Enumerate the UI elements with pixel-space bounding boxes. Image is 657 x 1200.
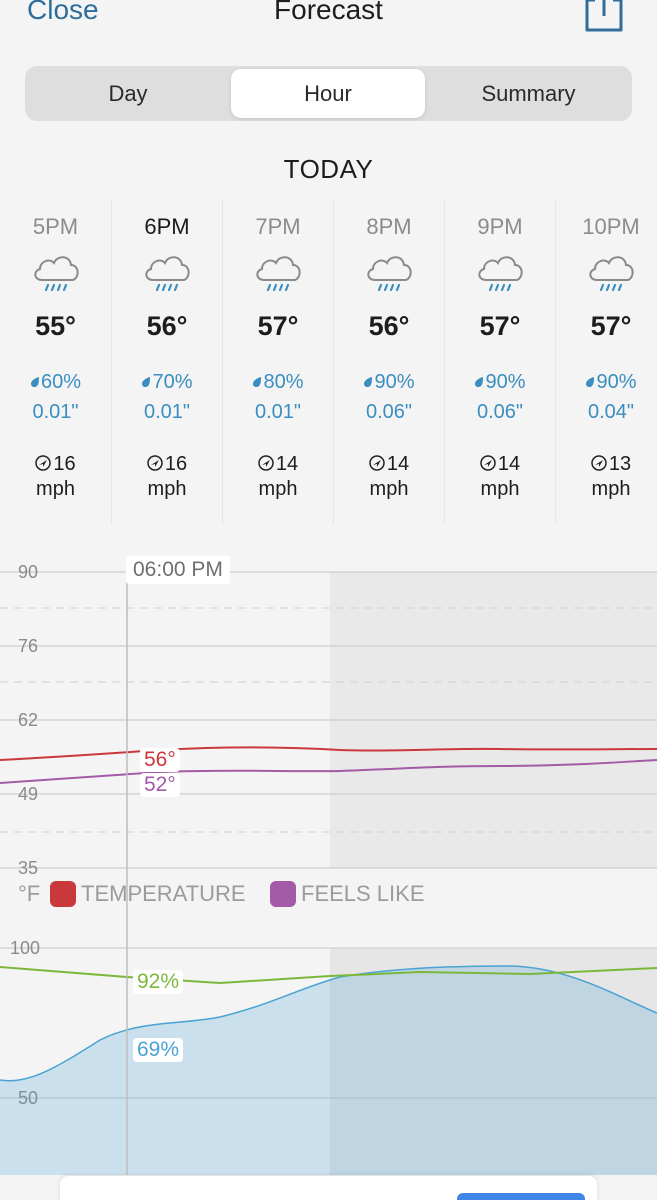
precip-area xyxy=(0,966,657,1175)
rain-cloud-icon xyxy=(589,256,634,292)
raindrop-icon xyxy=(364,377,373,388)
rain-cloud-icon xyxy=(256,256,301,292)
hour-time: 5PM xyxy=(32,214,79,239)
rain-cloud-icon xyxy=(367,256,412,292)
tab-day[interactable]: Day xyxy=(28,69,228,118)
y-tick-35: 35 xyxy=(18,858,38,878)
hour-time: 6PM xyxy=(144,214,190,239)
hour-column[interactable]: 10PM 57° 90% 0.04" 13 mph xyxy=(555,200,657,525)
hour-precip-amount: 0.01" xyxy=(254,401,302,423)
temperature-value: 56° xyxy=(140,748,180,772)
raindrop-icon xyxy=(475,377,484,388)
wind-direction-icon xyxy=(35,455,52,471)
bottom-banner xyxy=(60,1176,597,1200)
hour-precip-amount: 0.01" xyxy=(143,401,191,423)
raindrop-icon xyxy=(30,377,39,388)
hour-wind-unit: mph xyxy=(591,478,631,500)
hour-precip-chance: 90% xyxy=(556,371,657,394)
hour-wind: 14 xyxy=(445,453,555,476)
charts-area: 90 76 62 49 35 100 50 06:00 PM 56° 52° 9… xyxy=(0,540,657,1180)
tab-hour[interactable]: Hour xyxy=(231,69,425,118)
wind-direction-icon xyxy=(480,455,496,471)
hour-temperature: 57° xyxy=(590,311,632,341)
hour-precip-chance: 80% xyxy=(223,371,333,394)
hour-wind-unit: mph xyxy=(258,478,298,500)
hour-precip-chance: 60% xyxy=(0,371,111,394)
hour-precip-chance: 90% xyxy=(445,371,555,394)
hour-time: 8PM xyxy=(366,214,412,239)
y-tick-49: 49 xyxy=(18,784,38,804)
hour-column[interactable]: 7PM 57° 80% 0.01" 14 mph xyxy=(222,200,333,525)
y-tick-76: 76 xyxy=(18,636,38,656)
page-title: Forecast xyxy=(274,0,383,25)
tab-summary[interactable]: Summary xyxy=(428,69,629,118)
hour-wind: 16 xyxy=(112,453,222,476)
rain-cloud-icon xyxy=(145,256,190,292)
wind-direction-icon xyxy=(258,455,274,471)
y-tick-90: 90 xyxy=(18,562,38,582)
hour-column[interactable]: 9PM 57° 90% 0.06" 14 mph xyxy=(444,200,555,525)
hour-wind-unit: mph xyxy=(36,478,75,500)
rain-cloud-icon xyxy=(33,256,79,292)
raindrop-icon xyxy=(253,377,262,388)
precip-value: 69% xyxy=(133,1038,184,1062)
banner-button[interactable] xyxy=(457,1193,585,1200)
section-title: TODAY xyxy=(283,154,374,184)
hour-temperature: 56° xyxy=(146,311,188,341)
feels-like-value: 52° xyxy=(140,773,180,797)
hour-wind-unit: mph xyxy=(480,478,520,500)
unit-label: °F xyxy=(18,881,41,906)
share-icon xyxy=(585,0,623,32)
hour-column[interactable]: 6PM 56° 70% 0.01" 16 mph xyxy=(111,200,222,525)
hour-precip-amount: 0.04" xyxy=(587,401,635,423)
hour-wind-unit: mph xyxy=(147,478,187,500)
hour-time: 10PM xyxy=(582,214,640,239)
hour-temperature: 56° xyxy=(368,311,410,341)
rain-cloud-icon xyxy=(478,256,523,292)
hour-column[interactable]: 5PM 55° 60% 0.01" 16 mph xyxy=(0,200,111,525)
hour-precip-amount: 0.06" xyxy=(365,401,413,423)
hour-precip-amount: 0.01" xyxy=(32,401,79,423)
legend-temperature: TEMPERATURE xyxy=(50,880,246,908)
header-bar: Close Forecast xyxy=(0,0,657,40)
hour-time: 7PM xyxy=(255,214,301,239)
view-segmented-control: Day Hour Summary xyxy=(25,66,632,121)
raindrop-icon xyxy=(142,377,151,388)
hour-temperature: 55° xyxy=(35,311,76,341)
wind-direction-icon xyxy=(369,455,385,471)
feels-like-swatch xyxy=(270,881,296,907)
raindrop-icon xyxy=(586,377,595,388)
cursor-time-label: 06:00 PM xyxy=(126,556,230,584)
forecast-charts: 90 76 62 49 35 100 50 xyxy=(0,562,657,1175)
hour-wind: 14 xyxy=(334,453,444,476)
hour-temperature: 57° xyxy=(479,311,521,341)
share-button[interactable] xyxy=(583,0,625,34)
hourly-forecast-row: 5PM 55° 60% 0.01" 16 mph 6PM 56° 70% 0.0… xyxy=(0,200,657,525)
hour-wind: 13 xyxy=(556,453,657,476)
hour-time: 9PM xyxy=(477,214,523,239)
hour-wind: 16 xyxy=(0,453,111,476)
hour-precip-chance: 70% xyxy=(112,371,222,394)
wind-direction-icon xyxy=(591,455,607,471)
y-tick-100: 100 xyxy=(10,938,40,958)
wind-direction-icon xyxy=(147,455,163,471)
y-tick-62: 62 xyxy=(18,710,38,730)
hour-column[interactable]: 8PM 56° 90% 0.06" 14 mph xyxy=(333,200,444,525)
hour-wind-unit: mph xyxy=(369,478,409,500)
hour-temperature: 57° xyxy=(257,311,299,341)
legend-feels-like: FEELS LIKE xyxy=(270,880,425,908)
temperature-swatch xyxy=(50,881,76,907)
hour-precip-chance: 90% xyxy=(334,371,444,394)
hour-wind: 14 xyxy=(223,453,333,476)
humidity-value: 92% xyxy=(133,970,184,994)
hour-precip-amount: 0.06" xyxy=(476,401,524,423)
